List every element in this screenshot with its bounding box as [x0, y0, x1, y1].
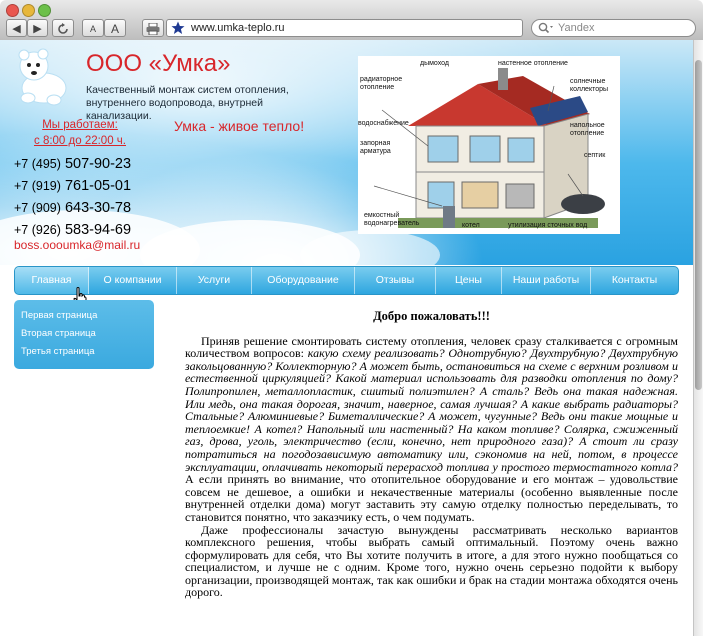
- label-drain: утилизация сточных вод: [508, 222, 588, 229]
- phone-number: +7 (495) 507-90-23: [14, 156, 132, 172]
- working-hours-title: Мы работаем:: [42, 119, 118, 131]
- browser-toolbar: ◀ ▶ A A www.umka-teplo.ru Yandex: [0, 0, 703, 41]
- scrollbar-thumb[interactable]: [695, 60, 702, 390]
- print-button[interactable]: [142, 19, 164, 37]
- page-content: ООО «Умка» Качественный монтаж систем от…: [0, 40, 693, 636]
- maximize-window-button[interactable]: [38, 4, 51, 17]
- star-icon: [171, 21, 185, 34]
- article-paragraph: Приняв решение смонтировать систему отоп…: [185, 333, 678, 524]
- refresh-button[interactable]: [52, 19, 74, 37]
- phone-list: +7 (495) 507-90-23 +7 (919) 761-05-01 +7…: [14, 153, 131, 241]
- browser-window: ◀ ▶ A A www.umka-teplo.ru Yandex ООО «Ум…: [0, 0, 703, 636]
- working-hours-time: с 8:00 до 22:00 ч.: [34, 135, 126, 147]
- nav-reviews[interactable]: Отзывы: [355, 267, 436, 294]
- sidebar-menu: Первая страница Вторая страница Третья с…: [14, 300, 154, 369]
- main-article: Добро пожаловать!!! Приняв решение смонт…: [185, 310, 678, 599]
- sidebar-item-first-page[interactable]: Первая страница: [14, 307, 154, 325]
- address-bar[interactable]: www.umka-teplo.ru: [166, 19, 523, 37]
- sidebar-item-second-page[interactable]: Вторая страница: [14, 325, 154, 343]
- label-radiator: радиаторное отопление: [360, 76, 403, 91]
- label-wall-heating: настенное отопление: [498, 60, 568, 67]
- vertical-scrollbar[interactable]: [693, 40, 703, 636]
- close-window-button[interactable]: [6, 4, 19, 17]
- print-icon: [146, 22, 160, 36]
- polar-bear-logo: [18, 48, 67, 106]
- label-chimney: дымоход: [420, 60, 449, 67]
- text-smaller-button[interactable]: A: [82, 19, 104, 37]
- label-water-supply: водоснабжение: [358, 120, 409, 127]
- forward-button[interactable]: ▶: [27, 19, 48, 37]
- nav-equipment[interactable]: Оборудование: [252, 267, 355, 294]
- nav-services[interactable]: Услуги: [177, 267, 252, 294]
- search-field[interactable]: Yandex: [531, 19, 696, 37]
- email-link[interactable]: boss.oooumka@mail.ru: [14, 238, 140, 252]
- site-header: ООО «Умка» Качественный монтаж систем от…: [0, 40, 693, 290]
- article-paragraph: Даже профессионалы зачастую вынуждены ра…: [185, 522, 678, 600]
- nav-contacts[interactable]: Контакты: [591, 267, 678, 294]
- page-title: Добро пожаловать!!!: [373, 309, 490, 323]
- search-placeholder: Yandex: [558, 22, 595, 34]
- label-valves: запорная арматура: [360, 140, 391, 155]
- main-navigation: Главная О компании Услуги Оборудование О…: [14, 266, 679, 295]
- url-text: www.umka-teplo.ru: [191, 22, 285, 34]
- phone-number: +7 (909) 643-30-78: [14, 200, 132, 216]
- sidebar-item-third-page[interactable]: Третья страница: [14, 343, 154, 361]
- label-boiler: котел: [462, 222, 480, 229]
- label-tank: емкостный водонагреватель: [364, 212, 420, 227]
- back-button[interactable]: ◀: [6, 19, 27, 37]
- nav-our-works[interactable]: Наши работы: [502, 267, 591, 294]
- minimize-window-button[interactable]: [22, 4, 35, 17]
- slogan: Умка - живое тепло!: [174, 118, 305, 134]
- company-name: ООО «Умка»: [86, 50, 231, 77]
- phone-number: +7 (919) 761-05-01: [14, 178, 132, 194]
- label-floor-heating: напольное отопление: [570, 122, 605, 137]
- working-hours: Мы работаем: с 8:00 до 22:00 ч.: [30, 117, 130, 149]
- nav-about[interactable]: О компании: [89, 267, 177, 294]
- nav-prices[interactable]: Цены: [436, 267, 502, 294]
- label-septic: септик: [584, 152, 606, 159]
- search-icon: [538, 22, 553, 34]
- label-solar: солнечные коллекторы: [570, 78, 609, 93]
- text-larger-button[interactable]: A: [104, 19, 126, 37]
- heating-system-diagram: дымоход настенное отопление радиаторное о…: [358, 56, 620, 234]
- refresh-icon: [58, 23, 68, 34]
